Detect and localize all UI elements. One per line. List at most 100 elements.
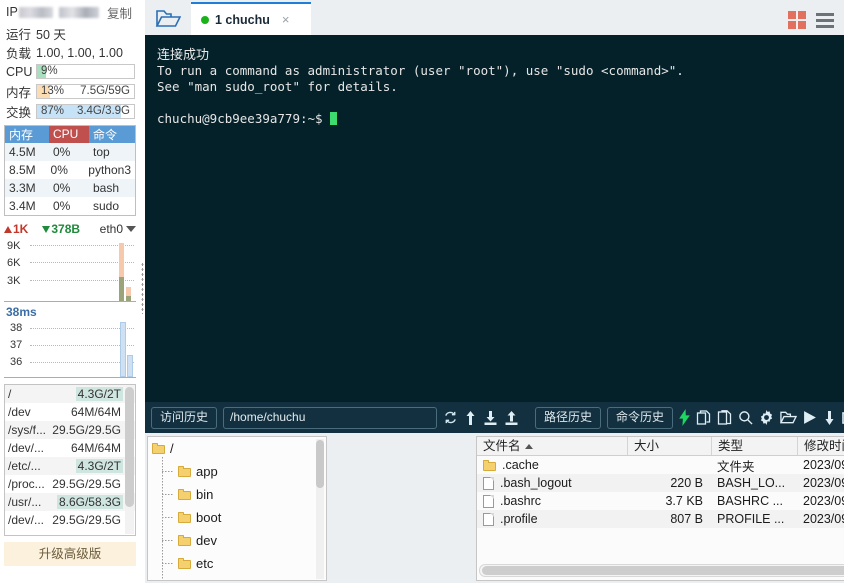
- disk-usage: 64M/64M: [70, 405, 121, 419]
- copy-icon[interactable]: [696, 408, 711, 428]
- table-row[interactable]: .profile 807 B PROFILE ... 2023/09/12 20…: [477, 510, 844, 528]
- upload-file-icon[interactable]: [504, 408, 519, 428]
- disk-path: /proc...: [8, 477, 45, 491]
- download-arrow-icon[interactable]: [823, 408, 836, 428]
- connect-status-text: 连接成功: [157, 47, 210, 62]
- table-row[interactable]: 4.5M 0% top: [5, 143, 135, 161]
- tree-node-app[interactable]: app: [148, 460, 326, 483]
- file-modified: 2023/09/12 21:04: [803, 458, 844, 472]
- lightning-icon[interactable]: [679, 408, 690, 428]
- path-history-button[interactable]: 路径历史: [535, 406, 602, 429]
- settings-gear-icon[interactable]: [759, 408, 774, 428]
- copy-ip-button[interactable]: 复制: [107, 3, 132, 22]
- disk-usage: 8.6G/58.3G: [56, 495, 123, 509]
- latency-bar: [127, 355, 133, 377]
- sort-ascending-icon: [524, 443, 533, 449]
- process-col-memory[interactable]: 内存: [5, 126, 49, 143]
- list-item[interactable]: /dev 64M/64M: [5, 403, 135, 421]
- close-icon[interactable]: ×: [282, 12, 290, 27]
- network-tick-3k: 3K: [7, 275, 21, 287]
- file-type: BASH_LO...: [717, 476, 786, 490]
- visit-history-button[interactable]: 访问历史: [151, 406, 218, 429]
- table-row[interactable]: .bashrc 3.7 KB BASHRC ... 2023/09/12 20:…: [477, 492, 844, 510]
- tree-tick: [162, 540, 174, 541]
- tree-node-bin[interactable]: bin: [148, 483, 326, 506]
- download-file-icon[interactable]: [483, 408, 498, 428]
- tree-node-label: bin: [196, 487, 214, 502]
- folder-icon: [178, 535, 191, 546]
- disk-scrollbar-thumb[interactable]: [125, 387, 134, 507]
- ip-row: IP 复制: [0, 0, 140, 24]
- tab-chuchu[interactable]: 1 chuchu ×: [191, 2, 311, 35]
- play-icon[interactable]: [803, 408, 817, 428]
- file-list-hscrollbar-thumb[interactable]: [482, 566, 844, 575]
- upgrade-premium-button[interactable]: 升级高级版: [4, 542, 136, 566]
- process-col-command[interactable]: 命令: [89, 126, 135, 143]
- open-folder-icon[interactable]: [780, 408, 798, 428]
- network-interface-selector[interactable]: eth0: [100, 222, 136, 236]
- column-header-type[interactable]: 类型: [711, 437, 797, 455]
- tree-node-dev[interactable]: dev: [148, 529, 326, 552]
- path-input[interactable]: /home/chuchu: [223, 406, 438, 429]
- cpu-label: CPU: [6, 64, 33, 79]
- list-item[interactable]: /proc... 29.5G/29.5G: [5, 475, 135, 493]
- column-header-modified[interactable]: 修改时间: [797, 437, 844, 455]
- server-monitor-panel: IP 复制 运行 50 天 负载 1.00, 1.00, 1.00 CPU 9%…: [0, 0, 140, 583]
- file-list-hscrollbar-track[interactable]: [479, 564, 844, 577]
- column-header-name[interactable]: 文件名: [477, 437, 627, 455]
- table-row[interactable]: .bash_logout 220 B BASH_LO... 2023/09/12…: [477, 474, 844, 492]
- tree-node-home[interactable]: home: [148, 575, 326, 580]
- tree-node-label: app: [196, 464, 218, 479]
- tree-node-label: home: [196, 579, 229, 580]
- paste-icon[interactable]: [717, 408, 732, 428]
- tree-node-root[interactable]: /: [148, 437, 326, 460]
- open-folder-icon[interactable]: [145, 1, 191, 35]
- list-item[interactable]: /dev/... 64M/64M: [5, 439, 135, 457]
- process-memory: 3.4M: [9, 199, 36, 213]
- file-list[interactable]: 文件名 大小 类型 修改时间 权限 .cache 文件夹 2023/09/12 …: [476, 436, 844, 581]
- file-icon: [483, 476, 494, 490]
- tabbar-actions: [788, 11, 844, 35]
- ip-value-redacted-2: [58, 6, 99, 18]
- folder-icon: [152, 443, 165, 454]
- terminal-line-2: See "man sudo_root" for details.: [157, 79, 398, 94]
- list-item[interactable]: /etc/... 4.3G/2T: [5, 457, 135, 475]
- table-row[interactable]: 3.3M 0% bash: [5, 179, 135, 197]
- network-stats-header: 1K 378B eth0: [0, 216, 140, 239]
- search-icon[interactable]: [738, 408, 753, 428]
- file-type: PROFILE ...: [717, 512, 785, 526]
- list-item[interactable]: /sys/f... 29.5G/29.5G: [5, 421, 135, 439]
- list-item[interactable]: /dev/... 29.5G/29.5G: [5, 511, 135, 529]
- memory-label: 内存: [6, 86, 32, 100]
- list-item[interactable]: / 4.3G/2T: [5, 385, 135, 403]
- upload-arrow-icon[interactable]: [464, 408, 477, 428]
- table-row[interactable]: 8.5M 0% python3: [5, 161, 135, 179]
- table-row[interactable]: .cache 文件夹 2023/09/12 21:04 drwx-----: [477, 456, 844, 474]
- folder-icon: [178, 489, 191, 500]
- network-graph: 9K 6K 3K: [4, 240, 136, 302]
- table-row[interactable]: 3.4M 0% sudo: [5, 197, 135, 215]
- memory-usage-row: 内存 13% 7.5G/59G: [0, 82, 140, 101]
- disk-usage: 4.3G/2T: [75, 387, 123, 401]
- terminal-output[interactable]: 连接成功 To run a command as administrator (…: [145, 35, 844, 402]
- directory-tree[interactable]: / app bin boot dev etc: [147, 436, 327, 581]
- gridline: [30, 328, 134, 329]
- tree-node-etc[interactable]: etc: [148, 552, 326, 575]
- ip-label: IP: [6, 5, 18, 19]
- latency-bar: [120, 322, 126, 377]
- terminal-line-1: To run a command as administrator (user …: [157, 63, 684, 78]
- process-col-cpu[interactable]: CPU: [49, 126, 89, 143]
- disk-usage-list[interactable]: / 4.3G/2T /dev 64M/64M /sys/f... 29.5G/2…: [4, 384, 136, 536]
- hamburger-menu-icon[interactable]: [816, 12, 834, 28]
- list-item[interactable]: /usr/... 8.6G/58.3G: [5, 493, 135, 511]
- cpu-usage-row: CPU 9%: [0, 62, 140, 81]
- grid-view-icon[interactable]: [788, 11, 806, 29]
- process-table: 内存 CPU 命令 4.5M 0% top 8.5M 0% python3 3.…: [4, 125, 136, 216]
- file-icon: [483, 494, 494, 508]
- refresh-icon[interactable]: [443, 408, 458, 428]
- latency-tick-37: 37: [10, 339, 23, 351]
- command-history-button[interactable]: 命令历史: [607, 406, 674, 429]
- column-header-size[interactable]: 大小: [627, 437, 711, 455]
- load-label: 负载: [6, 47, 32, 61]
- tree-node-boot[interactable]: boot: [148, 506, 326, 529]
